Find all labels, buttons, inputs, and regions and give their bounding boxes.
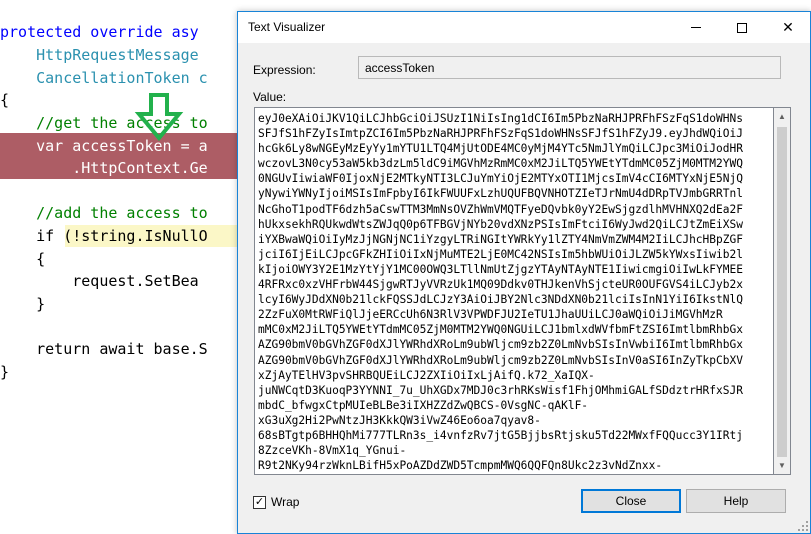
- text-visualizer-dialog: Text Visualizer ✕ Expression: accessToke…: [237, 11, 811, 534]
- minimize-button[interactable]: [673, 12, 719, 43]
- code-line-2: HttpRequestMessage: [0, 46, 199, 64]
- expression-label: Expression:: [253, 63, 316, 77]
- dialog-title: Text Visualizer: [248, 20, 326, 34]
- code-line-7: .HttpContext.Ge: [0, 159, 208, 177]
- value-text[interactable]: eyJ0eXAiOiJKV1QiLCJhbGciOiJSUzI1NiIsIng1…: [258, 111, 754, 473]
- scroll-up-icon[interactable]: ▲: [774, 108, 790, 125]
- resize-grip-icon[interactable]: [798, 521, 808, 531]
- code-line-3: CancellationToken c: [0, 69, 208, 87]
- code-line-13: }: [0, 295, 46, 313]
- scroll-thumb[interactable]: [777, 127, 787, 457]
- vertical-scrollbar[interactable]: ▲ ▼: [774, 107, 791, 475]
- minimize-icon: [691, 27, 701, 28]
- green-down-arrow-icon: [134, 93, 184, 142]
- code-line-1: protected override asy: [0, 23, 199, 41]
- close-icon: ✕: [782, 19, 794, 35]
- code-line-11: {: [0, 250, 46, 268]
- code-line-10: if (!string.IsNullO: [0, 227, 208, 245]
- maximize-icon: [737, 22, 747, 33]
- wrap-label: Wrap: [271, 495, 300, 509]
- value-label: Value:: [253, 90, 287, 104]
- value-textarea[interactable]: eyJ0eXAiOiJKV1QiLCJhbGciOiJSUzI1NiIsIng1…: [254, 107, 774, 475]
- title-bar[interactable]: Text Visualizer ✕: [238, 12, 810, 43]
- dialog-body: Expression: accessToken Value: eyJ0eXAiO…: [238, 43, 810, 533]
- wrap-checkbox[interactable]: ✓: [253, 495, 266, 509]
- close-button[interactable]: Close: [581, 489, 681, 513]
- help-button[interactable]: Help: [686, 489, 786, 513]
- code-line-16: }: [0, 363, 10, 381]
- checkmark-icon: ✓: [254, 495, 265, 508]
- scroll-down-icon[interactable]: ▼: [774, 457, 790, 474]
- maximize-button[interactable]: [719, 12, 765, 43]
- code-line-12: request.SetBea: [0, 272, 199, 290]
- code-line-9: //add the access to: [0, 204, 208, 222]
- expression-field[interactable]: accessToken: [358, 56, 781, 79]
- code-line-15: return await base.S: [0, 340, 208, 358]
- close-window-button[interactable]: ✕: [765, 12, 811, 43]
- wrap-option[interactable]: ✓ Wrap: [253, 494, 299, 510]
- code-line-4: {: [0, 91, 10, 109]
